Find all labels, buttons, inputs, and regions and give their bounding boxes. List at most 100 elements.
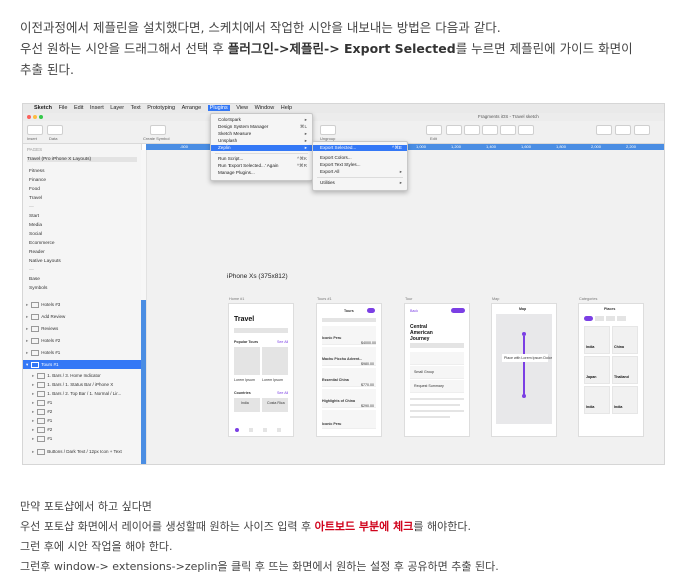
edit-button[interactable] bbox=[426, 125, 442, 135]
menu-item-sketch-measure[interactable]: Sketch Measure ▸ bbox=[211, 131, 312, 137]
page-item[interactable]: Food bbox=[29, 187, 40, 192]
category-chip bbox=[617, 316, 626, 321]
ruler-tick: 1,600 bbox=[521, 144, 532, 149]
place-tile bbox=[612, 386, 638, 414]
map-pin-icon bbox=[522, 394, 526, 398]
rotate-button[interactable] bbox=[464, 125, 480, 135]
page-item[interactable]: Symbols bbox=[29, 286, 47, 291]
menu-help[interactable]: Help bbox=[281, 105, 292, 111]
scale-button[interactable] bbox=[518, 125, 534, 135]
see-all-link: See All bbox=[277, 340, 289, 344]
menu-prototyping[interactable]: Prototyping bbox=[147, 105, 175, 111]
layer-row[interactable]: ▸ 1. Bars / 2. Top Bar / 1. Normal / Lir.… bbox=[23, 389, 147, 398]
menu-item-export-text-styles[interactable]: Export Text Styles... bbox=[313, 162, 407, 168]
artboard-title: Map bbox=[492, 297, 500, 301]
artboard-title: Tours #1 bbox=[317, 297, 332, 301]
layer-row[interactable]: ▸ #1 bbox=[23, 416, 147, 425]
menu-item-colorspark[interactable]: ColorSpark ▸ bbox=[211, 117, 312, 123]
layer-row[interactable]: ▸ Add Review bbox=[23, 312, 141, 321]
page-item[interactable]: Finance bbox=[29, 178, 46, 183]
page-item[interactable]: Media bbox=[29, 223, 42, 228]
menu-item-run-again[interactable]: Run 'Export Selected...' Again ^⌘R bbox=[211, 163, 312, 169]
tour-price: $4000.00 bbox=[361, 341, 376, 345]
export-button[interactable] bbox=[634, 125, 650, 135]
layer-label: #1 bbox=[47, 436, 53, 441]
backward-button[interactable] bbox=[615, 125, 631, 135]
forward-button[interactable] bbox=[596, 125, 612, 135]
menu-sketch[interactable]: Sketch bbox=[34, 105, 52, 111]
ungroup-button[interactable] bbox=[320, 125, 336, 135]
popular-tours-heading: Popular Tours bbox=[234, 340, 259, 344]
transform-button[interactable] bbox=[446, 125, 462, 135]
menu-edit[interactable]: Edit bbox=[74, 105, 83, 111]
artboard-map[interactable]: Map Place with Lorem Ipsum Dolor bbox=[491, 303, 557, 437]
menu-arrange[interactable]: Arrange bbox=[182, 105, 202, 111]
layer-row[interactable]: ▸ #2 bbox=[23, 425, 147, 434]
artboard-icon bbox=[31, 349, 40, 356]
page-item[interactable]: Native Layouts bbox=[29, 259, 61, 264]
menu-plugins[interactable]: Plugins bbox=[207, 105, 230, 111]
layer-row[interactable]: ▸ 1. Bars / 1. Status Bar / iPhone X bbox=[23, 380, 147, 389]
minimize-window-icon[interactable] bbox=[33, 115, 37, 119]
flatten-button[interactable] bbox=[482, 125, 498, 135]
outro-line-1: 만약 포토샵에서 하고 싶다면 bbox=[20, 500, 152, 513]
menu-separator bbox=[215, 153, 308, 154]
menu-item-unsplash[interactable]: Unsplash ▸ bbox=[211, 138, 312, 144]
page-item[interactable]: Base bbox=[29, 277, 40, 282]
page-item[interactable]: Travel bbox=[29, 196, 42, 201]
tab-icon bbox=[249, 428, 253, 432]
menu-item-manage-plugins[interactable]: Manage Plugins... bbox=[211, 170, 312, 176]
tour-card-label: Lorem Ipsum bbox=[234, 378, 255, 382]
country-label: India bbox=[241, 401, 249, 405]
layer-row[interactable]: ▸ 1. Bars / 3. Home Indicator bbox=[23, 371, 147, 380]
page-item[interactable]: Social bbox=[29, 232, 42, 237]
artboard-tour[interactable]: Back Central American Journey Small Grou… bbox=[404, 303, 470, 437]
close-window-icon[interactable] bbox=[27, 115, 31, 119]
mask-button[interactable] bbox=[500, 125, 516, 135]
page-item[interactable]: Travel (Pro iPhone X Layouts) bbox=[27, 157, 137, 162]
menu-file[interactable]: File bbox=[59, 105, 68, 111]
intro-line-3: 추출 된다. bbox=[20, 62, 74, 77]
zoom-window-icon[interactable] bbox=[39, 115, 43, 119]
menu-item-export-colors[interactable]: Export Colors... bbox=[313, 155, 407, 161]
artboard-home[interactable]: Travel Popular Tours See All Lorem Ipsum… bbox=[228, 303, 294, 437]
intro-line-1: 이전과정에서 제플린을 설치했다면, 스케치에서 작업한 시안을 내보내는 방법… bbox=[20, 20, 501, 35]
layer-label: 1. Bars / 2. Top Bar / 1. Normal / Lir..… bbox=[47, 391, 122, 396]
menu-item-export-selected[interactable]: Export Selected... ^⌘E bbox=[313, 145, 407, 151]
page-item[interactable]: Reader bbox=[29, 250, 45, 255]
page-item[interactable]: Start bbox=[29, 214, 39, 219]
layer-row[interactable]: ▸ #1 bbox=[23, 398, 147, 407]
layer-row-selected[interactable]: ▾ Tours #1 bbox=[23, 360, 141, 369]
layer-label: 1. Bars / 3. Home Indicator bbox=[47, 373, 101, 378]
menu-window[interactable]: Window bbox=[255, 105, 275, 111]
tour-name: Highlights of China bbox=[322, 399, 355, 403]
text-line bbox=[410, 416, 450, 418]
menu-insert[interactable]: Insert bbox=[90, 105, 104, 111]
layer-row[interactable]: ▸ Hotels #2 bbox=[23, 336, 141, 345]
menu-text[interactable]: Text bbox=[131, 105, 141, 111]
menu-view[interactable]: View bbox=[236, 105, 248, 111]
menu-item-run-script[interactable]: Run Script... ^⌘K bbox=[211, 156, 312, 162]
artboard-icon bbox=[31, 361, 40, 368]
tours-header: Tours bbox=[344, 309, 354, 313]
layer-row[interactable]: ▸ Hotels #3 bbox=[23, 300, 141, 309]
page-item[interactable]: Fitness bbox=[29, 169, 44, 174]
create-symbol-button[interactable] bbox=[150, 125, 166, 135]
artboard-tours[interactable]: Tours Iconic Peru $4000.00 Machu Picchu … bbox=[316, 303, 382, 437]
place-tile-label: China bbox=[614, 345, 624, 349]
insert-button[interactable] bbox=[27, 125, 43, 135]
layer-row[interactable]: ▸ Reviews bbox=[23, 324, 141, 333]
menu-item-zeplin[interactable]: Zeplin ▸ bbox=[211, 145, 312, 151]
layer-row[interactable]: ▸ Buttons / Dark Text / 12px Icon + Text bbox=[23, 447, 147, 456]
menu-item-export-all[interactable]: Export All ▸ bbox=[313, 169, 407, 175]
menu-item-utilities[interactable]: Utilities ▸ bbox=[313, 180, 407, 186]
menu-item-design-system-manager[interactable]: Design System Manager ⌘L bbox=[211, 124, 312, 130]
artboard-categories[interactable]: Places India China Japan Thailand India … bbox=[578, 303, 644, 437]
menu-layer[interactable]: Layer bbox=[110, 105, 124, 111]
outro-line-2: 우선 포토샵 화면에서 레이어를 생성할때 원하는 사이즈 입력 후 아트보드 … bbox=[20, 517, 499, 537]
layer-row[interactable]: ▸ #2 bbox=[23, 407, 147, 416]
page-item[interactable]: Ecommerce bbox=[29, 241, 55, 246]
data-button[interactable] bbox=[47, 125, 63, 135]
layer-row[interactable]: ▸ Hotels #1 bbox=[23, 348, 141, 357]
layer-row[interactable]: ▸ #1 bbox=[23, 434, 147, 443]
